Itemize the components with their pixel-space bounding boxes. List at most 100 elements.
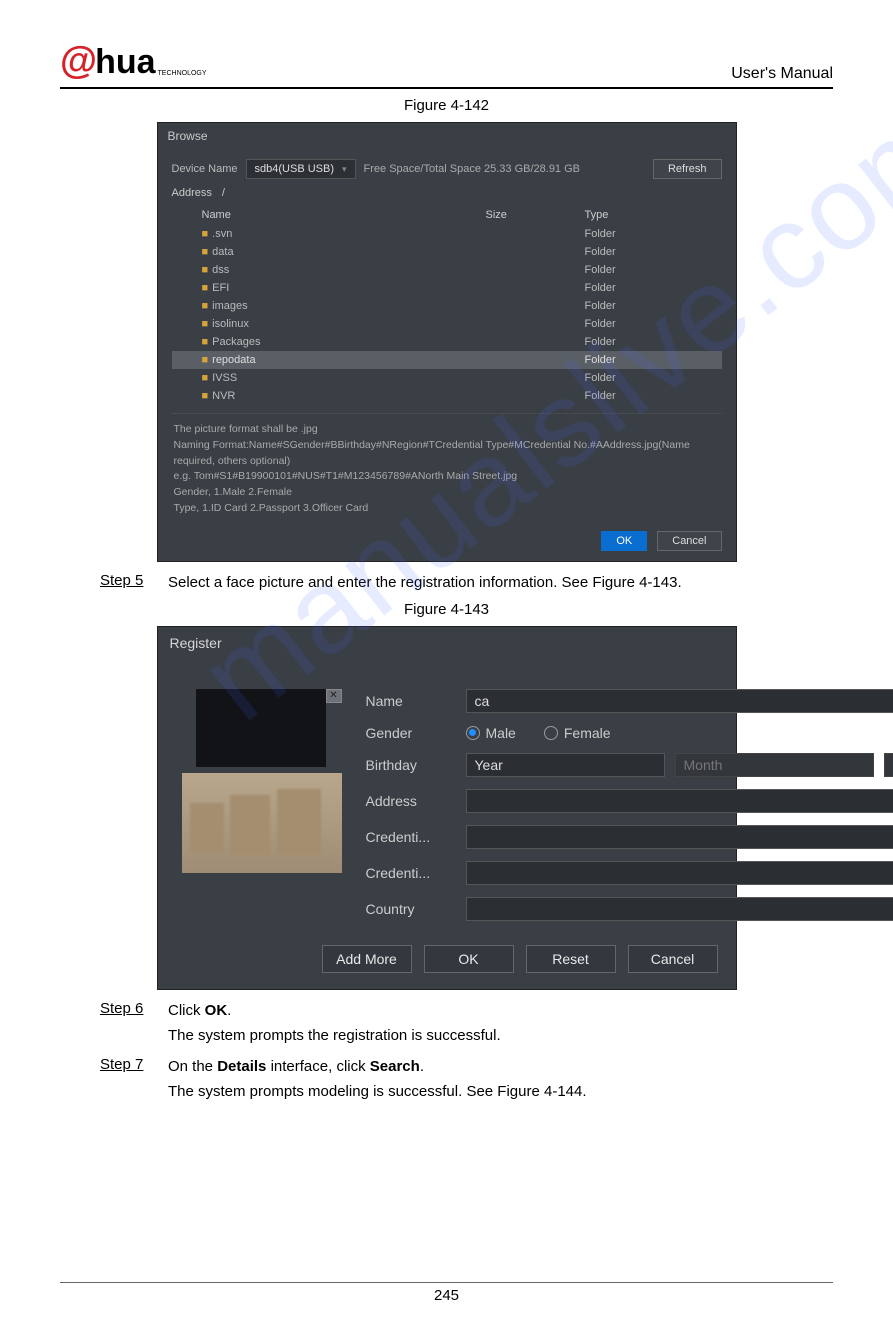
register-dialog: Register ✕ Name Gender xyxy=(157,626,737,990)
step-7-label: Step 7 xyxy=(100,1056,154,1073)
reset-button[interactable]: Reset xyxy=(526,945,616,973)
page-header: @ hua TECHNOLOGY User's Manual xyxy=(60,40,833,89)
file-type-cell: Folder xyxy=(579,225,722,243)
browse-title: Browse xyxy=(158,123,736,149)
female-radio[interactable]: Female xyxy=(544,725,611,741)
preview-image xyxy=(182,773,342,873)
credential-type-select[interactable]: ▾ xyxy=(466,825,893,849)
file-size-cell xyxy=(480,351,579,369)
male-radio[interactable]: Male xyxy=(466,725,516,741)
step-6-text: Click OK. xyxy=(168,1000,833,1021)
address-row: Address xyxy=(366,789,893,813)
file-size-cell xyxy=(480,315,579,333)
folder-icon: ■ xyxy=(202,354,209,366)
hint-line-2: Naming Format:Name#SGender#BBirthday#NRe… xyxy=(174,438,720,470)
step-7-b1: Details xyxy=(217,1058,266,1075)
folder-icon: ■ xyxy=(202,390,209,402)
browse-body: Device Name sdb4(USB USB) ▾ Free Space/T… xyxy=(158,149,736,523)
gender-label: Gender xyxy=(366,725,456,741)
country-select[interactable]: ▾ xyxy=(466,897,893,921)
step-5: Step 5 Select a face picture and enter t… xyxy=(100,572,833,593)
table-row[interactable]: ■dataFolder xyxy=(172,243,722,261)
table-row[interactable]: ■isolinux Folder xyxy=(172,315,722,333)
table-row[interactable]: ■PackagesFolder xyxy=(172,333,722,351)
credential-no-input[interactable] xyxy=(466,861,893,885)
step-7-after: The system prompts modeling is successfu… xyxy=(168,1081,833,1102)
table-row[interactable]: ■repodataFolder xyxy=(172,351,722,369)
file-type-cell: Folder xyxy=(579,387,722,405)
preview-panel: ✕ xyxy=(182,689,342,921)
table-row[interactable]: ■NVR Folder xyxy=(172,387,722,405)
register-title: Register xyxy=(158,627,736,659)
close-icon[interactable]: ✕ xyxy=(326,689,342,703)
file-size-cell xyxy=(480,387,579,405)
file-size-cell xyxy=(480,297,579,315)
credential-type-row: Credenti... ▾ xyxy=(366,825,893,849)
country-label: Country xyxy=(366,901,456,917)
cancel-button[interactable]: Cancel xyxy=(628,945,718,973)
device-row: Device Name sdb4(USB USB) ▾ Free Space/T… xyxy=(172,159,722,179)
month-input[interactable] xyxy=(675,753,874,777)
file-size-cell xyxy=(480,261,579,279)
file-table: Name Size Type ■.svnFolder■dataFolder■ds… xyxy=(172,205,722,405)
file-type-cell: Folder xyxy=(579,297,722,315)
register-body: ✕ Name Gender Male xyxy=(158,659,736,939)
name-input[interactable] xyxy=(466,689,893,713)
ok-button[interactable]: OK xyxy=(424,945,514,973)
country-row: Country ▾ xyxy=(366,897,893,921)
file-name-cell: ■data xyxy=(172,243,480,261)
address-label: Address xyxy=(366,793,456,809)
folder-icon: ■ xyxy=(202,300,209,312)
file-type-cell: Folder xyxy=(579,315,722,333)
address-input[interactable] xyxy=(466,789,893,813)
gender-radio-group: Male Female xyxy=(466,725,611,741)
hint-box: The picture format shall be .jpg Naming … xyxy=(172,413,722,519)
file-size-cell xyxy=(480,333,579,351)
year-input[interactable] xyxy=(466,753,665,777)
browse-footer: OK Cancel xyxy=(158,523,736,561)
register-form: Name Gender Male Female Birthday xyxy=(366,689,893,921)
radio-off-icon xyxy=(544,726,558,740)
name-label: Name xyxy=(366,693,456,709)
logo: @ hua TECHNOLOGY xyxy=(60,40,207,83)
space-text: Free Space/Total Space 25.33 GB/28.91 GB xyxy=(364,163,645,175)
chevron-down-icon: ▾ xyxy=(342,164,347,175)
table-row[interactable]: ■.svnFolder xyxy=(172,225,722,243)
address-label: Address xyxy=(172,187,212,199)
file-size-cell xyxy=(480,225,579,243)
table-row[interactable]: ■imagesFolder xyxy=(172,297,722,315)
step-5-label: Step 5 xyxy=(100,572,154,589)
file-name-cell: ■NVR xyxy=(172,387,480,405)
cancel-button[interactable]: Cancel xyxy=(657,531,721,551)
name-row: Name xyxy=(366,689,893,713)
device-select[interactable]: sdb4(USB USB) ▾ xyxy=(246,159,356,179)
file-name-cell: ■isolinux xyxy=(172,315,480,333)
file-type-cell: Folder xyxy=(579,369,722,387)
ok-button[interactable]: OK xyxy=(601,531,647,551)
gender-row: Gender Male Female xyxy=(366,725,893,741)
step-6-prefix: Click xyxy=(168,1002,205,1019)
file-size-cell xyxy=(480,243,579,261)
radio-on-icon xyxy=(466,726,480,740)
device-label: Device Name xyxy=(172,163,238,175)
step-6-suffix: . xyxy=(227,1002,231,1019)
table-row[interactable]: ■EFIFolder xyxy=(172,279,722,297)
folder-icon: ■ xyxy=(202,246,209,258)
step-6-bold: OK xyxy=(205,1002,228,1019)
folder-icon: ■ xyxy=(202,372,209,384)
device-value: sdb4(USB USB) xyxy=(255,163,334,175)
manual-title: User's Manual xyxy=(731,65,833,83)
hint-line-3: e.g. Tom#S1#B19900101#NUS#T1#M123456789#… xyxy=(174,469,720,485)
refresh-button[interactable]: Refresh xyxy=(653,159,722,179)
file-type-cell: Folder xyxy=(579,333,722,351)
credential-no-label: Credenti... xyxy=(366,865,456,881)
date-input[interactable] xyxy=(884,753,893,777)
file-name-cell: ■repodata xyxy=(172,351,480,369)
table-row[interactable]: ■dssFolder xyxy=(172,261,722,279)
add-more-button[interactable]: Add More xyxy=(322,945,412,973)
credential-no-row: Credenti... xyxy=(366,861,893,885)
file-name-cell: ■EFI xyxy=(172,279,480,297)
address-value: / xyxy=(222,187,225,199)
file-table-header: Name Size Type xyxy=(172,205,722,225)
table-row[interactable]: ■IVSSFolder xyxy=(172,369,722,387)
